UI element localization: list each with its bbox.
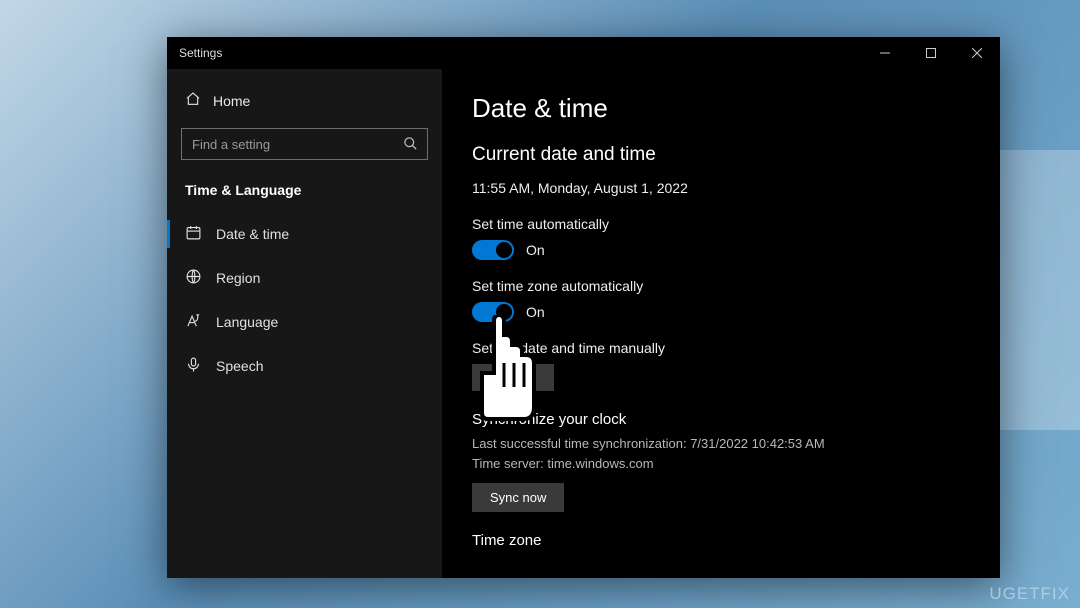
section-current-heading: Current date and time <box>472 144 970 166</box>
timezone-heading: Time zone <box>472 532 970 549</box>
sync-last-text: Last successful time synchronization: 7/… <box>472 434 970 454</box>
titlebar: Settings <box>167 37 1000 69</box>
sidebar-item-speech[interactable]: Speech <box>167 344 442 388</box>
page-title: Date & time <box>472 93 970 124</box>
set-time-auto-label: Set time automatically <box>472 216 970 232</box>
set-time-auto-state: On <box>526 242 545 258</box>
sidebar-item-label: Region <box>216 270 260 286</box>
sidebar-item-language[interactable]: Language <box>167 300 442 344</box>
watermark: UGETFIX <box>989 584 1070 604</box>
current-datetime-value: 11:55 AM, Monday, August 1, 2022 <box>472 180 970 196</box>
minimize-button[interactable] <box>862 37 908 69</box>
settings-window: Settings Home <box>167 37 1000 578</box>
window-controls <box>862 37 1000 69</box>
sync-now-button[interactable]: Sync now <box>472 483 564 512</box>
set-tz-auto-state: On <box>526 304 545 320</box>
search-icon <box>403 136 418 156</box>
clock-icon <box>185 224 202 244</box>
globe-icon <box>185 268 202 288</box>
language-icon <box>185 312 202 332</box>
set-tz-auto-label: Set time zone automatically <box>472 278 970 294</box>
maximize-button[interactable] <box>908 37 954 69</box>
window-title: Settings <box>179 46 222 60</box>
sidebar-item-label: Speech <box>216 358 263 374</box>
sidebar-item-label: Date & time <box>216 226 289 242</box>
sync-server-text: Time server: time.windows.com <box>472 454 970 474</box>
set-time-auto-toggle[interactable] <box>472 240 514 260</box>
home-nav[interactable]: Home <box>167 83 442 118</box>
set-tz-auto-toggle[interactable] <box>472 302 514 322</box>
sidebar-item-date-time[interactable]: Date & time <box>167 212 442 256</box>
change-button[interactable]: Change <box>472 364 554 391</box>
search-input[interactable] <box>182 137 427 152</box>
search-input-wrap[interactable] <box>181 128 428 160</box>
sidebar-category: Time & Language <box>167 174 442 212</box>
mic-icon <box>185 356 202 376</box>
sidebar: Home Time & Language Date & time <box>167 69 442 578</box>
home-icon <box>185 91 201 110</box>
settings-main: Date & time Current date and time 11:55 … <box>442 69 1000 578</box>
home-label: Home <box>213 93 250 109</box>
sidebar-item-region[interactable]: Region <box>167 256 442 300</box>
close-button[interactable] <box>954 37 1000 69</box>
set-manual-label: Set the date and time manually <box>472 340 970 356</box>
sidebar-item-label: Language <box>216 314 278 330</box>
sync-heading: Synchronize your clock <box>472 411 970 428</box>
